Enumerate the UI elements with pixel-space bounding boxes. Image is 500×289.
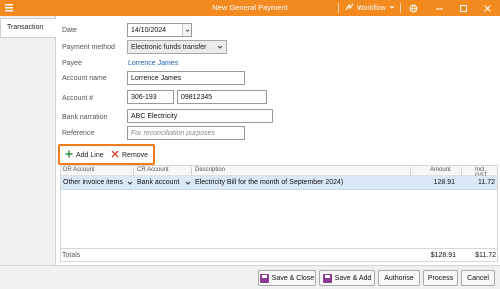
reference-label: Reference <box>62 130 95 137</box>
column-description[interactable]: Description <box>195 167 225 173</box>
payment-method-value: Electronic funds transfer <box>131 44 207 51</box>
workflow-label: Workflow <box>357 4 386 12</box>
account-name-field[interactable]: Lorrence James <box>127 71 245 85</box>
titlebar-divider <box>338 3 339 13</box>
column-separator <box>133 167 134 175</box>
globe-icon[interactable] <box>406 2 420 14</box>
date-label: Date <box>62 27 77 34</box>
add-line-label: Add Line <box>76 151 104 159</box>
window-title: New General Payment <box>212 3 288 12</box>
action-bar: Save & Close Save & Add Authorise Proces… <box>0 265 500 289</box>
payment-method-select[interactable]: Electronic funds transfer <box>127 40 227 54</box>
row-dr-account[interactable]: Other invoice items <box>63 179 123 186</box>
column-cr-account[interactable]: CR Account <box>137 167 169 173</box>
bsb-field[interactable]: 306-193 <box>127 90 174 104</box>
date-value: 14/10/2024 <box>131 27 167 34</box>
authorise-button[interactable]: Authorise <box>378 270 420 286</box>
row-amount[interactable]: 128.91 <box>434 179 455 186</box>
column-separator <box>461 167 462 175</box>
totals-amount: $128.91 <box>430 252 456 259</box>
column-separator <box>410 167 411 175</box>
account-name-label: Account name <box>62 75 107 82</box>
save-close-button[interactable]: Save & Close <box>258 270 316 286</box>
row-incl-gst[interactable]: 11.72 <box>478 179 495 186</box>
titlebar-divider <box>400 3 401 13</box>
bank-narration-label: Bank narration <box>62 114 108 121</box>
bank-narration-field[interactable]: ABC Electricity <box>127 109 273 123</box>
workflow-button[interactable]: Workflow <box>345 2 395 14</box>
save-add-button[interactable]: Save & Add <box>319 270 375 286</box>
chevron-down-icon[interactable] <box>127 180 133 188</box>
chevron-down-icon[interactable] <box>185 180 191 188</box>
chevron-down-icon <box>217 44 223 52</box>
side-tab-strip: Transaction <box>0 16 56 289</box>
column-separator <box>191 167 192 175</box>
remove-button[interactable]: Remove <box>111 150 148 160</box>
plus-icon <box>65 150 73 160</box>
save-icon <box>322 273 332 283</box>
payee-link[interactable]: Lorrence James <box>128 60 178 67</box>
grid-header: DR Account CR Account Description Amount… <box>61 166 497 179</box>
chevron-down-icon <box>389 4 395 12</box>
minimize-button[interactable] <box>432 2 446 14</box>
cancel-button[interactable]: Cancel <box>461 270 495 286</box>
tab-transaction[interactable]: Transaction <box>0 18 56 38</box>
process-button[interactable]: Process <box>423 270 458 286</box>
totals-incl-gst: $11.72 <box>475 252 496 259</box>
row-description[interactable]: Electricity Bill for the month of Septem… <box>195 179 343 186</box>
window-titlebar: New General Payment Workflow <box>0 0 500 16</box>
column-dr-account[interactable]: DR Account <box>63 167 95 173</box>
save-icon <box>259 273 269 283</box>
calendar-dropdown-icon[interactable] <box>182 24 191 36</box>
totals-label: Totals <box>62 252 81 259</box>
payment-method-label: Payment method <box>62 44 115 51</box>
account-number-label: Account # <box>62 95 94 102</box>
totals-row: Totals $128.91 $11.72 <box>60 248 498 261</box>
column-amount[interactable]: Amount <box>430 167 451 173</box>
row-cr-account[interactable]: Bank account <box>137 179 179 186</box>
payee-label: Payee <box>62 60 82 67</box>
account-number-field[interactable]: 09812345 <box>177 90 267 104</box>
close-button[interactable] <box>480 2 494 14</box>
remove-label: Remove <box>122 151 149 159</box>
workflow-icon <box>345 3 354 14</box>
save-add-label: Save & Add <box>334 274 372 282</box>
add-line-button[interactable]: Add Line <box>65 150 104 160</box>
maximize-button[interactable] <box>456 2 470 14</box>
save-close-label: Save & Close <box>271 274 315 282</box>
reference-field[interactable]: For reconciliation purposes <box>127 126 245 140</box>
table-row[interactable]: Other invoice items Bank account Electri… <box>61 176 497 190</box>
remove-x-icon <box>111 150 119 160</box>
date-field[interactable]: 14/10/2024 <box>127 23 192 37</box>
